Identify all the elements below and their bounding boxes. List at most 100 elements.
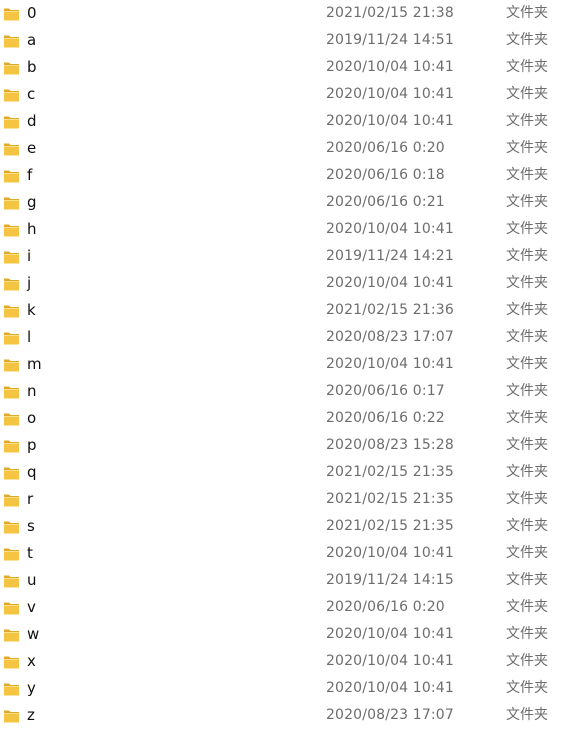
file-row[interactable]: t 2020/10/04 10:41 文件夹 xyxy=(0,540,566,567)
folder-icon xyxy=(3,653,20,669)
file-row[interactable]: q 2021/02/15 21:35 文件夹 xyxy=(0,459,566,486)
date-modified: 2019/11/24 14:51 xyxy=(326,32,454,48)
date-modified: 2021/02/15 21:36 xyxy=(326,302,454,318)
file-type: 文件夹 xyxy=(506,437,548,453)
date-modified: 2020/10/04 10:41 xyxy=(326,86,454,102)
date-modified: 2020/10/04 10:41 xyxy=(326,626,454,642)
file-name: i xyxy=(27,247,32,265)
date-modified: 2020/10/04 10:41 xyxy=(326,275,454,291)
folder-icon xyxy=(3,59,20,75)
file-row[interactable]: d 2020/10/04 10:41 文件夹 xyxy=(0,108,566,135)
file-type: 文件夹 xyxy=(506,518,548,534)
folder-icon xyxy=(3,221,20,237)
file-name: o xyxy=(27,409,37,427)
file-type: 文件夹 xyxy=(506,140,548,156)
folder-icon xyxy=(3,491,20,507)
folder-icon xyxy=(3,86,20,102)
file-row[interactable]: b 2020/10/04 10:41 文件夹 xyxy=(0,54,566,81)
folder-icon xyxy=(3,356,20,372)
file-row[interactable]: n 2020/06/16 0:17 文件夹 xyxy=(0,378,566,405)
file-type: 文件夹 xyxy=(506,5,548,21)
file-name: w xyxy=(27,625,40,643)
file-type: 文件夹 xyxy=(506,356,548,372)
date-modified: 2020/06/16 0:20 xyxy=(326,599,445,615)
file-row[interactable]: e 2020/06/16 0:20 文件夹 xyxy=(0,135,566,162)
file-name: n xyxy=(27,382,37,400)
file-row[interactable]: v 2020/06/16 0:20 文件夹 xyxy=(0,594,566,621)
folder-icon xyxy=(3,680,20,696)
file-row[interactable]: w 2020/10/04 10:41 文件夹 xyxy=(0,621,566,648)
file-name: b xyxy=(27,58,37,76)
file-row[interactable]: s 2021/02/15 21:35 文件夹 xyxy=(0,513,566,540)
file-name: p xyxy=(27,436,37,454)
file-row[interactable]: g 2020/06/16 0:21 文件夹 xyxy=(0,189,566,216)
file-row[interactable]: p 2020/08/23 15:28 文件夹 xyxy=(0,432,566,459)
date-modified: 2020/06/16 0:17 xyxy=(326,383,445,399)
file-name: s xyxy=(27,517,35,535)
date-modified: 2019/11/24 14:15 xyxy=(326,572,454,588)
file-row[interactable]: j 2020/10/04 10:41 文件夹 xyxy=(0,270,566,297)
file-name: u xyxy=(27,571,37,589)
folder-icon xyxy=(3,302,20,318)
file-row[interactable]: a 2019/11/24 14:51 文件夹 xyxy=(0,27,566,54)
date-modified: 2021/02/15 21:35 xyxy=(326,518,454,534)
file-row[interactable]: f 2020/06/16 0:18 文件夹 xyxy=(0,162,566,189)
file-name: t xyxy=(27,544,33,562)
date-modified: 2020/06/16 0:22 xyxy=(326,410,445,426)
file-row[interactable]: k 2021/02/15 21:36 文件夹 xyxy=(0,297,566,324)
folder-icon xyxy=(3,437,20,453)
date-modified: 2021/02/15 21:35 xyxy=(326,464,454,480)
file-type: 文件夹 xyxy=(506,680,548,696)
folder-icon xyxy=(3,5,20,21)
file-name: a xyxy=(27,31,37,49)
file-name: q xyxy=(27,463,37,481)
date-modified: 2020/10/04 10:41 xyxy=(326,653,454,669)
date-modified: 2021/02/15 21:38 xyxy=(326,5,454,21)
file-row[interactable]: r 2021/02/15 21:35 文件夹 xyxy=(0,486,566,513)
file-name: c xyxy=(27,85,36,103)
folder-icon xyxy=(3,167,20,183)
date-modified: 2021/02/15 21:35 xyxy=(326,491,454,507)
file-row[interactable]: z 2020/08/23 17:07 文件夹 xyxy=(0,702,566,729)
file-row[interactable]: c 2020/10/04 10:41 文件夹 xyxy=(0,81,566,108)
file-name: l xyxy=(27,328,32,346)
file-type: 文件夹 xyxy=(506,194,548,210)
file-name: f xyxy=(27,166,33,184)
folder-icon xyxy=(3,599,20,615)
folder-icon xyxy=(3,248,20,264)
date-modified: 2020/08/23 17:07 xyxy=(326,329,454,345)
file-row[interactable]: l 2020/08/23 17:07 文件夹 xyxy=(0,324,566,351)
folder-icon xyxy=(3,113,20,129)
file-row[interactable]: 0 2021/02/15 21:38 文件夹 xyxy=(0,0,566,27)
file-type: 文件夹 xyxy=(506,32,548,48)
file-row[interactable]: x 2020/10/04 10:41 文件夹 xyxy=(0,648,566,675)
file-type: 文件夹 xyxy=(506,464,548,480)
file-list: 0 2021/02/15 21:38 文件夹 a 2019/11/24 14:51 文件夹… xyxy=(0,0,566,734)
file-type: 文件夹 xyxy=(506,572,548,588)
file-type: 文件夹 xyxy=(506,167,548,183)
folder-icon xyxy=(3,518,20,534)
file-type: 文件夹 xyxy=(506,221,548,237)
folder-icon xyxy=(3,626,20,642)
date-modified: 2020/10/04 10:41 xyxy=(326,113,454,129)
file-row[interactable]: m 2020/10/04 10:41 文件夹 xyxy=(0,351,566,378)
file-name: h xyxy=(27,220,37,238)
folder-icon xyxy=(3,572,20,588)
file-row[interactable]: h 2020/10/04 10:41 文件夹 xyxy=(0,216,566,243)
file-name: r xyxy=(27,490,34,508)
date-modified: 2020/08/23 15:28 xyxy=(326,437,454,453)
file-type: 文件夹 xyxy=(506,626,548,642)
file-type: 文件夹 xyxy=(506,653,548,669)
folder-icon xyxy=(3,410,20,426)
file-type: 文件夹 xyxy=(506,599,548,615)
date-modified: 2020/10/04 10:41 xyxy=(326,356,454,372)
file-row[interactable]: y 2020/10/04 10:41 文件夹 xyxy=(0,675,566,702)
file-row[interactable]: i 2019/11/24 14:21 文件夹 xyxy=(0,243,566,270)
date-modified: 2020/10/04 10:41 xyxy=(326,545,454,561)
file-type: 文件夹 xyxy=(506,410,548,426)
file-name: j xyxy=(27,274,32,292)
file-row[interactable]: u 2019/11/24 14:15 文件夹 xyxy=(0,567,566,594)
file-type: 文件夹 xyxy=(506,707,548,723)
file-name: v xyxy=(27,598,36,616)
file-row[interactable]: o 2020/06/16 0:22 文件夹 xyxy=(0,405,566,432)
